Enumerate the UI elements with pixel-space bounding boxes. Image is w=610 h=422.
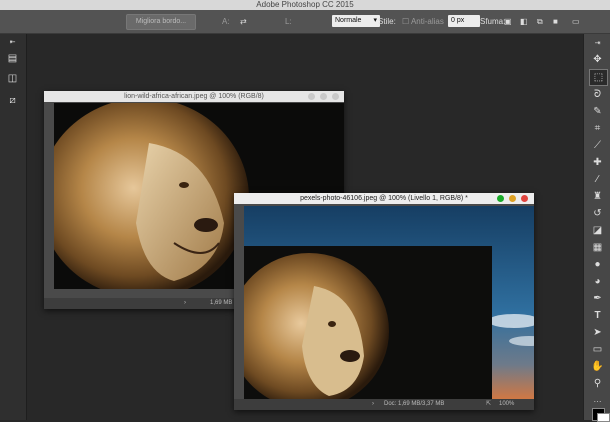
style-label: Stile: — [378, 17, 396, 26]
minimize-button[interactable] — [308, 93, 315, 100]
intersect-selection-icon[interactable]: ▣ — [504, 15, 512, 28]
style-select-value: Normale — [335, 17, 362, 24]
chevron-down-icon: ▾ — [373, 17, 377, 24]
expand-icon[interactable]: ⇥ — [589, 36, 606, 51]
style-select[interactable]: Normale ▾ — [332, 15, 380, 27]
close-button[interactable] — [521, 195, 528, 202]
tool-preset-picker[interactable]: ▭ — [572, 15, 580, 28]
clone-stamp-tool-icon[interactable]: ♜ — [589, 189, 606, 204]
refine-edge-button[interactable]: Migliora bordo... — [126, 14, 196, 30]
background-color-swatch[interactable] — [597, 413, 610, 422]
adjustments-panel-icon[interactable]: ◫ — [4, 72, 21, 86]
marquee-tool-icon[interactable]: ⬚ — [589, 69, 608, 86]
tools-panel: ⇥ ✥ ⬚ ᘐ ✎ ⌗ ⟋ ✚ ∕ ♜ ↺ ◪ ▦ ● ◕ ✒ T ➤ ▭ ✋ … — [583, 34, 610, 422]
document-size-status: Doc: 1,69 MB/3,37 MB — [384, 401, 445, 407]
composite-photo — [244, 206, 534, 399]
document-title: lion-wild-africa-african.jpeg @ 100% (RG… — [124, 93, 264, 100]
options-bar: Migliora bordo... A: ⇄ L: Normale ▾ Stil… — [0, 10, 610, 34]
minimize-button[interactable] — [509, 195, 516, 202]
history-brush-tool-icon[interactable]: ↺ — [589, 206, 606, 221]
pen-tool-icon[interactable]: ✒ — [589, 291, 606, 306]
anti-alias-label: Anti-alias — [410, 17, 444, 26]
feather-input[interactable]: 0 px — [448, 15, 480, 27]
width-label: L: — [285, 17, 292, 26]
document-title: pexels-photo-46106.jpeg @ 100% (Livello … — [300, 195, 468, 202]
path-selection-tool-icon[interactable]: ➤ — [589, 325, 606, 340]
add-selection-icon[interactable]: ⧉ — [537, 15, 543, 28]
status-arrow-icon[interactable]: › — [184, 298, 186, 309]
swap-dimensions-icon[interactable]: ⇄ — [240, 15, 247, 28]
dodge-tool-icon[interactable]: ◕ — [589, 274, 606, 289]
gradient-tool-icon[interactable]: ▦ — [589, 240, 606, 255]
app-title: Adobe Photoshop CC 2015 — [256, 0, 354, 9]
document-window-title-bar[interactable]: pexels-photo-46106.jpeg @ 100% (Livello … — [234, 193, 534, 204]
document-window-lion-2: pexels-photo-46106.jpeg @ 100% (Livello … — [234, 193, 534, 410]
zoom-tool-icon[interactable]: ⚲ — [589, 376, 606, 391]
feather-label: Sfuma: — [480, 17, 506, 26]
close-button[interactable] — [332, 93, 339, 100]
zoom-level: 100% — [499, 401, 515, 407]
zoom-button[interactable] — [497, 195, 504, 202]
brush-tool-icon[interactable]: ∕ — [589, 172, 606, 187]
eraser-tool-icon[interactable]: ◪ — [589, 223, 606, 238]
move-tool-icon[interactable]: ✥ — [589, 52, 606, 67]
anti-alias-checkbox[interactable]: ☐ Anti-alias — [402, 15, 444, 28]
eyedropper-tool-icon[interactable]: ⟋ — [589, 138, 606, 153]
history-panel-icon[interactable]: ▤ — [4, 52, 21, 66]
shape-tool-icon[interactable]: ▭ — [589, 342, 606, 357]
more-tools-icon[interactable]: ··· — [589, 394, 606, 409]
zoom-button[interactable] — [320, 93, 327, 100]
document-window-title-bar[interactable]: lion-wild-africa-african.jpeg @ 100% (RG… — [44, 91, 344, 102]
left-panel-dock: ⇤ ▤ ◫ ⧄ — [0, 34, 27, 420]
app-title-bar: Adobe Photoshop CC 2015 — [0, 0, 610, 10]
subtract-selection-icon[interactable]: ◧ — [520, 15, 528, 28]
collapse-icon[interactable]: ⇤ — [4, 36, 21, 50]
blur-tool-icon[interactable]: ● — [589, 257, 606, 272]
document-size-status: 1,69 MB — [210, 300, 233, 306]
export-icon[interactable]: ⇱ — [486, 399, 491, 410]
paths-panel-icon[interactable]: ⧄ — [4, 94, 21, 108]
status-arrow-icon[interactable]: › — [372, 399, 374, 410]
healing-brush-tool-icon[interactable]: ✚ — [589, 155, 606, 170]
document-status-bar: 100% ⇱ Doc: 1,69 MB/3,37 MB › — [234, 399, 534, 410]
lasso-tool-icon[interactable]: ᘐ — [589, 87, 606, 102]
hand-tool-icon[interactable]: ✋ — [589, 359, 606, 374]
new-selection-icon[interactable]: ■ — [553, 15, 558, 28]
type-tool-icon[interactable]: T — [589, 308, 606, 323]
quick-selection-tool-icon[interactable]: ✎ — [589, 104, 606, 119]
crop-tool-icon[interactable]: ⌗ — [589, 121, 606, 136]
height-label: A: — [222, 17, 230, 26]
